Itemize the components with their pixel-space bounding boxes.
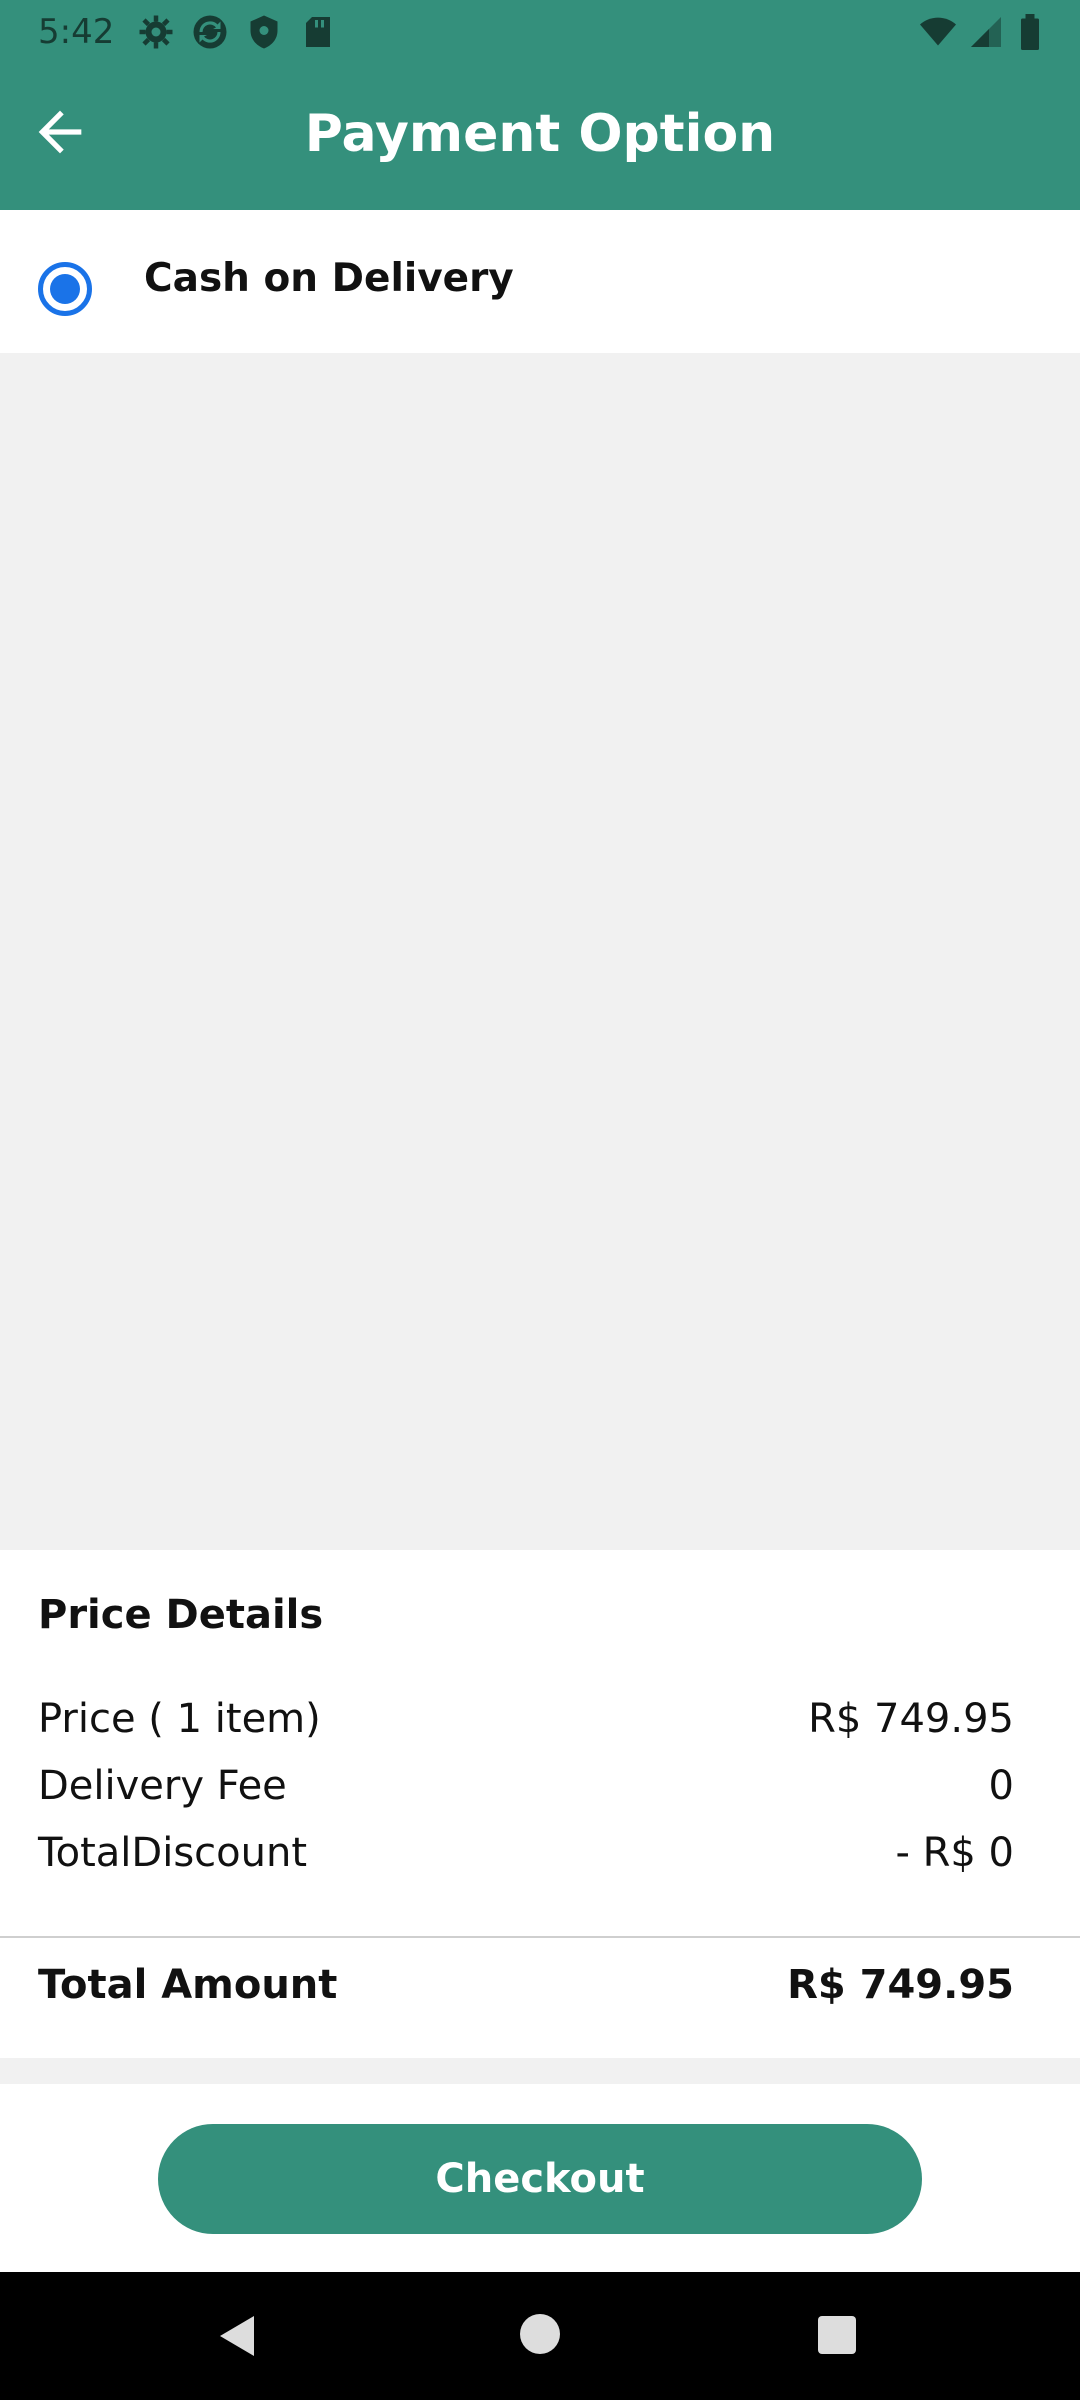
sd-card-icon: [300, 14, 336, 50]
content-area: [0, 353, 1080, 1550]
status-icons-right: [918, 14, 1054, 50]
status-time: 5:42: [38, 12, 115, 52]
delivery-fee-label: Delivery Fee: [38, 1763, 287, 1809]
price-label: Price ( 1 item): [38, 1696, 321, 1742]
status-bar: 5:42: [0, 0, 1080, 64]
price-details-card: Price Details Price ( 1 item) R$ 749.95 …: [0, 1550, 1080, 2058]
gear-icon: [138, 14, 174, 50]
payment-option-label: Cash on Delivery: [144, 256, 514, 301]
wifi-icon: [918, 14, 956, 50]
discount-row: TotalDiscount - R$ 0: [38, 1830, 1014, 1886]
footer: Checkout: [0, 2084, 1080, 2272]
divider: [0, 1936, 1080, 1938]
price-value: R$ 749.95: [808, 1696, 1014, 1742]
nav-back-icon[interactable]: [214, 2312, 262, 2360]
discount-label: TotalDiscount: [38, 1830, 308, 1876]
checkout-button[interactable]: Checkout: [158, 2124, 922, 2234]
price-row: Price ( 1 item) R$ 749.95: [38, 1696, 1014, 1752]
signal-icon: [968, 14, 1004, 50]
discount-value: - R$ 0: [895, 1830, 1014, 1876]
system-nav-bar: [0, 2272, 1080, 2400]
app-bar: Payment Option: [0, 64, 1080, 210]
delivery-fee-row: Delivery Fee 0: [38, 1763, 1014, 1819]
page-title: Payment Option: [304, 104, 776, 164]
nav-home-icon[interactable]: [520, 2314, 560, 2354]
shield-icon: [246, 14, 282, 50]
nav-recents-icon[interactable]: [818, 2316, 856, 2354]
battery-icon: [1018, 14, 1054, 50]
total-value: R$ 749.95: [787, 1962, 1014, 2008]
payment-option-cash-on-delivery[interactable]: Cash on Delivery: [0, 210, 1080, 353]
price-details-heading: Price Details: [38, 1592, 324, 1638]
radio-selected-icon[interactable]: [38, 262, 92, 316]
sync-icon: [192, 14, 228, 50]
total-label: Total Amount: [38, 1962, 338, 2008]
status-icons-left: [138, 14, 336, 50]
delivery-fee-value: 0: [988, 1763, 1014, 1809]
total-row: Total Amount R$ 749.95: [38, 1962, 1014, 2008]
